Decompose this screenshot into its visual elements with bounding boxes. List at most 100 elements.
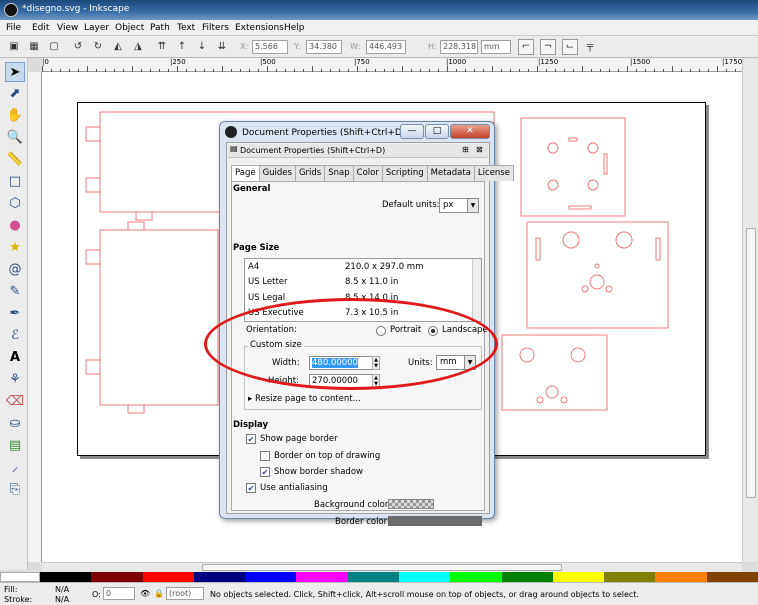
layer-visibility-icon[interactable]: 👁: [140, 589, 150, 598]
palette-swatch[interactable]: [193, 572, 246, 582]
tab-snap[interactable]: Snap: [324, 165, 354, 181]
hole-shape: [589, 274, 605, 290]
show-page-border-checkbox[interactable]: ✔: [246, 434, 256, 444]
hole-shape: [547, 179, 559, 191]
size-name: US Legal: [248, 293, 286, 303]
landscape-label: Landscape: [442, 325, 488, 335]
display-heading: Display: [233, 420, 269, 430]
tab-grids[interactable]: Grids: [294, 165, 326, 181]
top-right-panel-shape: [520, 117, 626, 217]
vertical-scroll-thumb[interactable]: [746, 228, 756, 498]
page-size-list[interactable]: A4 210.0 x 297.0 mm US Letter 8.5 x 11.0 i…: [244, 258, 482, 322]
palette-swatch[interactable]: [655, 572, 707, 582]
close-button[interactable]: ✕: [450, 124, 490, 139]
tab-metadata[interactable]: Metadata: [426, 165, 475, 181]
doc-icon: ▤: [230, 144, 238, 153]
chevron-down-icon: ▼: [464, 356, 475, 369]
resize-to-content-button[interactable]: ▸ Resize page to content...: [248, 394, 361, 404]
list-item[interactable]: US Letter 8.5 x 11.0 in: [248, 277, 468, 292]
panel-pin-icon[interactable]: ⊞: [462, 145, 469, 154]
layer-select[interactable]: (root): [166, 587, 204, 600]
units-select[interactable]: mm ▼: [436, 355, 476, 370]
horizontal-scroll-thumb[interactable]: [202, 564, 562, 571]
height-spinner[interactable]: ▲ ▼: [372, 374, 380, 388]
size-dims: 8.5 x 11.0 in: [345, 277, 399, 287]
portrait-label: Portrait: [390, 325, 422, 335]
portrait-radio[interactable]: [376, 326, 386, 336]
palette-swatch[interactable]: [604, 572, 656, 582]
show-border-shadow-label: Show border shadow: [274, 467, 363, 477]
palette-swatch[interactable]: [142, 572, 194, 582]
chevron-down-icon: ▼: [467, 199, 478, 212]
panel-close-icon[interactable]: ⊠: [476, 145, 483, 154]
width-spinner[interactable]: ▲ ▼: [372, 356, 380, 370]
minimize-button[interactable]: —: [400, 124, 424, 139]
height-value: 270.00000: [312, 376, 358, 386]
custom-size-heading: Custom size: [248, 340, 304, 350]
tab-scripting[interactable]: Scripting: [381, 165, 428, 181]
opacity-label: O:: [92, 590, 101, 599]
layer-lock-icon[interactable]: 🔒: [154, 589, 164, 598]
palette-swatch[interactable]: [398, 572, 451, 582]
border-on-top-checkbox[interactable]: [260, 451, 270, 461]
hole-shape: [615, 231, 633, 249]
size-name: US Executive: [248, 308, 304, 318]
palette-swatch[interactable]: [450, 572, 502, 582]
opacity-field[interactable]: 0: [103, 587, 135, 600]
general-heading: General: [233, 184, 271, 194]
list-item[interactable]: A4 210.0 x 297.0 mm: [248, 262, 468, 277]
palette-swatch[interactable]: [501, 572, 553, 582]
vertical-scrollbar[interactable]: [742, 58, 758, 562]
hole-shape: [594, 263, 600, 269]
size-dims: 8.5 x 14.0 in: [345, 293, 399, 303]
dialog-panel: ▤ Document Properties (Shift+Ctrl+D) ⊞ ⊠…: [226, 142, 514, 527]
panel-header: ▤ Document Properties (Shift+Ctrl+D) ⊞ ⊠: [228, 144, 488, 158]
tab-color[interactable]: Color: [352, 165, 383, 181]
list-scrollbar[interactable]: [472, 259, 481, 321]
palette-swatch[interactable]: [552, 572, 605, 582]
list-item[interactable]: US Legal 8.5 x 14.0 in: [248, 293, 468, 308]
stroke-label: Stroke:: [4, 595, 33, 604]
hole-shape: [581, 285, 589, 293]
maximize-button[interactable]: □: [425, 124, 449, 139]
hole-shape: [570, 347, 586, 363]
show-border-shadow-checkbox[interactable]: ✔: [260, 467, 270, 477]
resize-label: Resize page to content...: [254, 394, 361, 404]
hole-shape: [605, 285, 613, 293]
size-name: US Letter: [248, 277, 288, 287]
palette-none-swatch[interactable]: [0, 572, 40, 582]
landscape-radio[interactable]: [428, 326, 438, 336]
palette-swatch[interactable]: [245, 572, 297, 582]
palette-swatch[interactable]: [296, 572, 348, 582]
width-value: 480.00000: [312, 358, 358, 368]
width-field[interactable]: 480.00000: [309, 356, 373, 370]
palette-swatch[interactable]: [347, 572, 399, 582]
document-properties-dialog: Document Properties (Shift+Ctrl+D) — □ ✕…: [219, 121, 514, 527]
tab-license[interactable]: License: [473, 165, 514, 181]
size-dims: 210.0 x 297.0 mm: [345, 262, 424, 272]
background-color-swatch[interactable]: [388, 499, 434, 509]
list-item[interactable]: US Executive 7.3 x 10.5 in: [248, 308, 468, 321]
default-units-label: Default units:: [382, 200, 440, 210]
units-label: Units:: [408, 358, 433, 368]
expander-icon: ▸: [248, 394, 255, 404]
border-on-top-label: Border on top of drawing: [274, 451, 381, 461]
color-palette: [0, 572, 758, 582]
tab-guides[interactable]: Guides: [258, 165, 296, 181]
border-color-swatch[interactable]: [388, 516, 482, 526]
tab-shape: [85, 249, 101, 265]
hole-shape: [560, 396, 568, 404]
use-antialiasing-checkbox[interactable]: ✔: [246, 483, 256, 493]
default-units-select[interactable]: px ▼: [439, 198, 479, 213]
background-color-label: Background color:: [314, 500, 392, 510]
palette-swatch[interactable]: [40, 572, 92, 582]
horizontal-scrollbar[interactable]: [42, 562, 742, 572]
palette-swatch[interactable]: [706, 572, 758, 582]
palette-swatch[interactable]: [91, 572, 143, 582]
slot-shape: [568, 137, 578, 142]
status-message: No objects selected. Click, Shift+click,…: [210, 590, 639, 599]
height-field[interactable]: 270.00000: [309, 374, 373, 388]
units-value: mm: [440, 357, 457, 367]
page-size-heading: Page Size: [233, 243, 280, 253]
tab-page[interactable]: Page: [231, 165, 260, 182]
